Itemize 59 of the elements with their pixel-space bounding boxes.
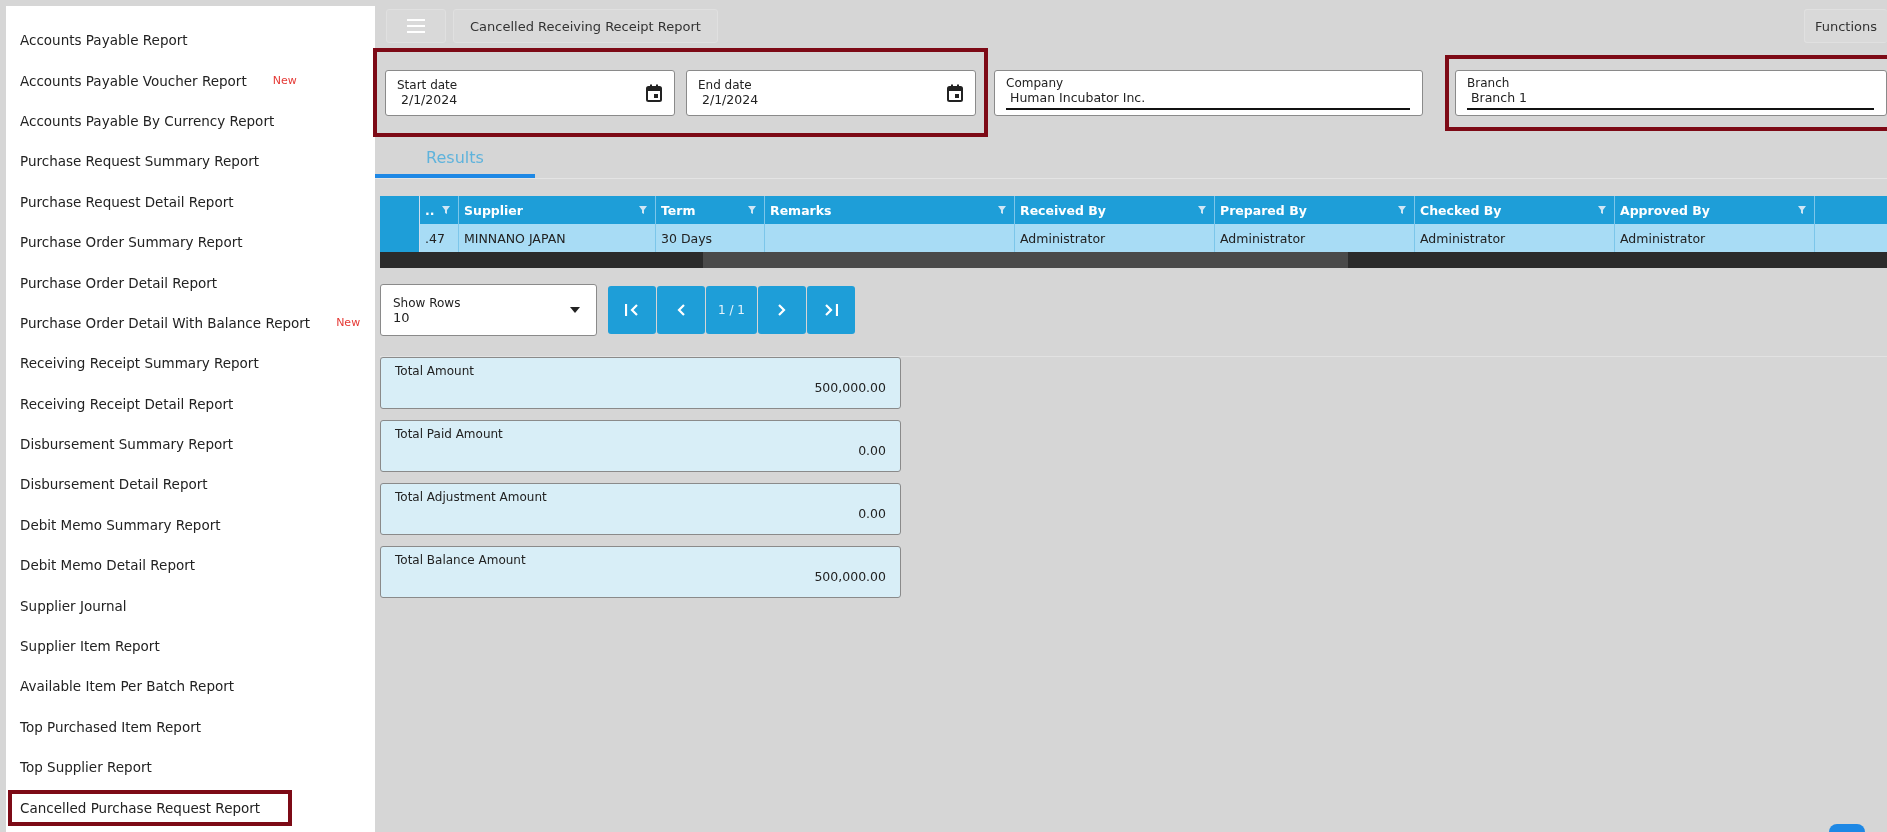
sidebar-item[interactable]: Top Purchased Item Report	[8, 708, 233, 745]
date-field[interactable]: Start date 2/1/2024	[385, 69, 675, 116]
filter-icon	[998, 206, 1006, 214]
sidebar-item[interactable]: Accounts Payable Report	[8, 22, 220, 59]
first-page-button[interactable]	[608, 286, 656, 334]
prev-page-button[interactable]	[657, 286, 705, 334]
sidebar-item[interactable]: Cancelled Purchase Request Report	[8, 789, 293, 826]
total-label: Total Balance Amount	[395, 553, 526, 567]
dropdown-caret-icon	[570, 307, 580, 313]
date-field[interactable]: End date 2/1/2024	[686, 69, 976, 116]
next-page-button[interactable]	[758, 286, 806, 334]
sidebar-item[interactable]: Purchase Order Detail Report	[8, 264, 250, 301]
sidebar-item[interactable]: Receiving Receipt Detail Report	[8, 385, 266, 422]
menu-icon	[407, 19, 425, 33]
calendar-icon	[646, 83, 662, 102]
sidebar-item[interactable]: Disbursement Detail Report	[8, 466, 240, 503]
first-page-icon	[625, 304, 639, 316]
horizontal-scrollbar[interactable]	[380, 252, 1887, 268]
sidebar-item[interactable]: Debit Memo Summary Report	[8, 506, 253, 543]
sidebar-item[interactable]: Debit Memo Detail Report	[8, 547, 228, 584]
total-value: 0.00	[858, 443, 886, 458]
total-value: 0.00	[858, 506, 886, 521]
sidebar-item[interactable]: Available Item Per Batch Report	[8, 668, 267, 705]
chevron-right-icon	[778, 304, 786, 316]
new-label: New	[336, 316, 361, 330]
filter-icon	[1598, 206, 1606, 214]
filter-icon	[442, 206, 450, 214]
menu-button[interactable]	[386, 9, 446, 43]
sidebar-item[interactable]: Purchase Request Summary Report	[8, 143, 291, 180]
filter-icon	[639, 206, 647, 214]
sidebar-item[interactable]: Purchase Request Detail Report	[8, 183, 266, 220]
row-selector[interactable]	[380, 224, 420, 252]
filter-icon	[1798, 206, 1806, 214]
sidebar-item[interactable]: Purchase Order Summary Report	[8, 224, 275, 261]
total-value: 500,000.00	[814, 380, 886, 395]
sidebar-item[interactable]: Receiving Receipt Summary Report	[8, 345, 291, 382]
report-title-button[interactable]: Cancelled Receiving Receipt Report	[453, 9, 718, 43]
total-label: Total Paid Amount	[395, 427, 503, 441]
filter-icon	[1398, 206, 1406, 214]
calendar-icon	[947, 83, 963, 102]
functions-button[interactable]: Functions	[1803, 9, 1887, 43]
sidebar-item[interactable]: Top Supplier Report	[8, 749, 184, 786]
total-value: 500,000.00	[814, 569, 886, 584]
new-label: New	[272, 74, 297, 88]
sidebar-item[interactable]: Accounts Payable By Currency Report	[8, 102, 307, 139]
total-label: Total Amount	[395, 364, 474, 378]
last-page-icon	[824, 304, 838, 316]
total-label: Total Adjustment Amount	[395, 490, 547, 504]
last-page-button[interactable]	[807, 286, 855, 334]
filter-icon	[748, 206, 756, 214]
select-field[interactable]: Branch Branch 1	[1455, 69, 1887, 116]
filter-icon	[1198, 206, 1206, 214]
chevron-left-icon	[677, 304, 685, 316]
select-field[interactable]: Company Human Incubator Inc.	[994, 69, 1423, 116]
show-rows-dropdown[interactable]: Show Rows 10	[380, 284, 597, 336]
sidebar-item[interactable]: Supplier Item Report	[8, 628, 192, 665]
sidebar-item[interactable]: Supplier Journal	[8, 587, 159, 624]
sidebar-item[interactable]: Disbursement Summary Report	[8, 426, 266, 463]
floating-action-button[interactable]	[1829, 824, 1865, 832]
